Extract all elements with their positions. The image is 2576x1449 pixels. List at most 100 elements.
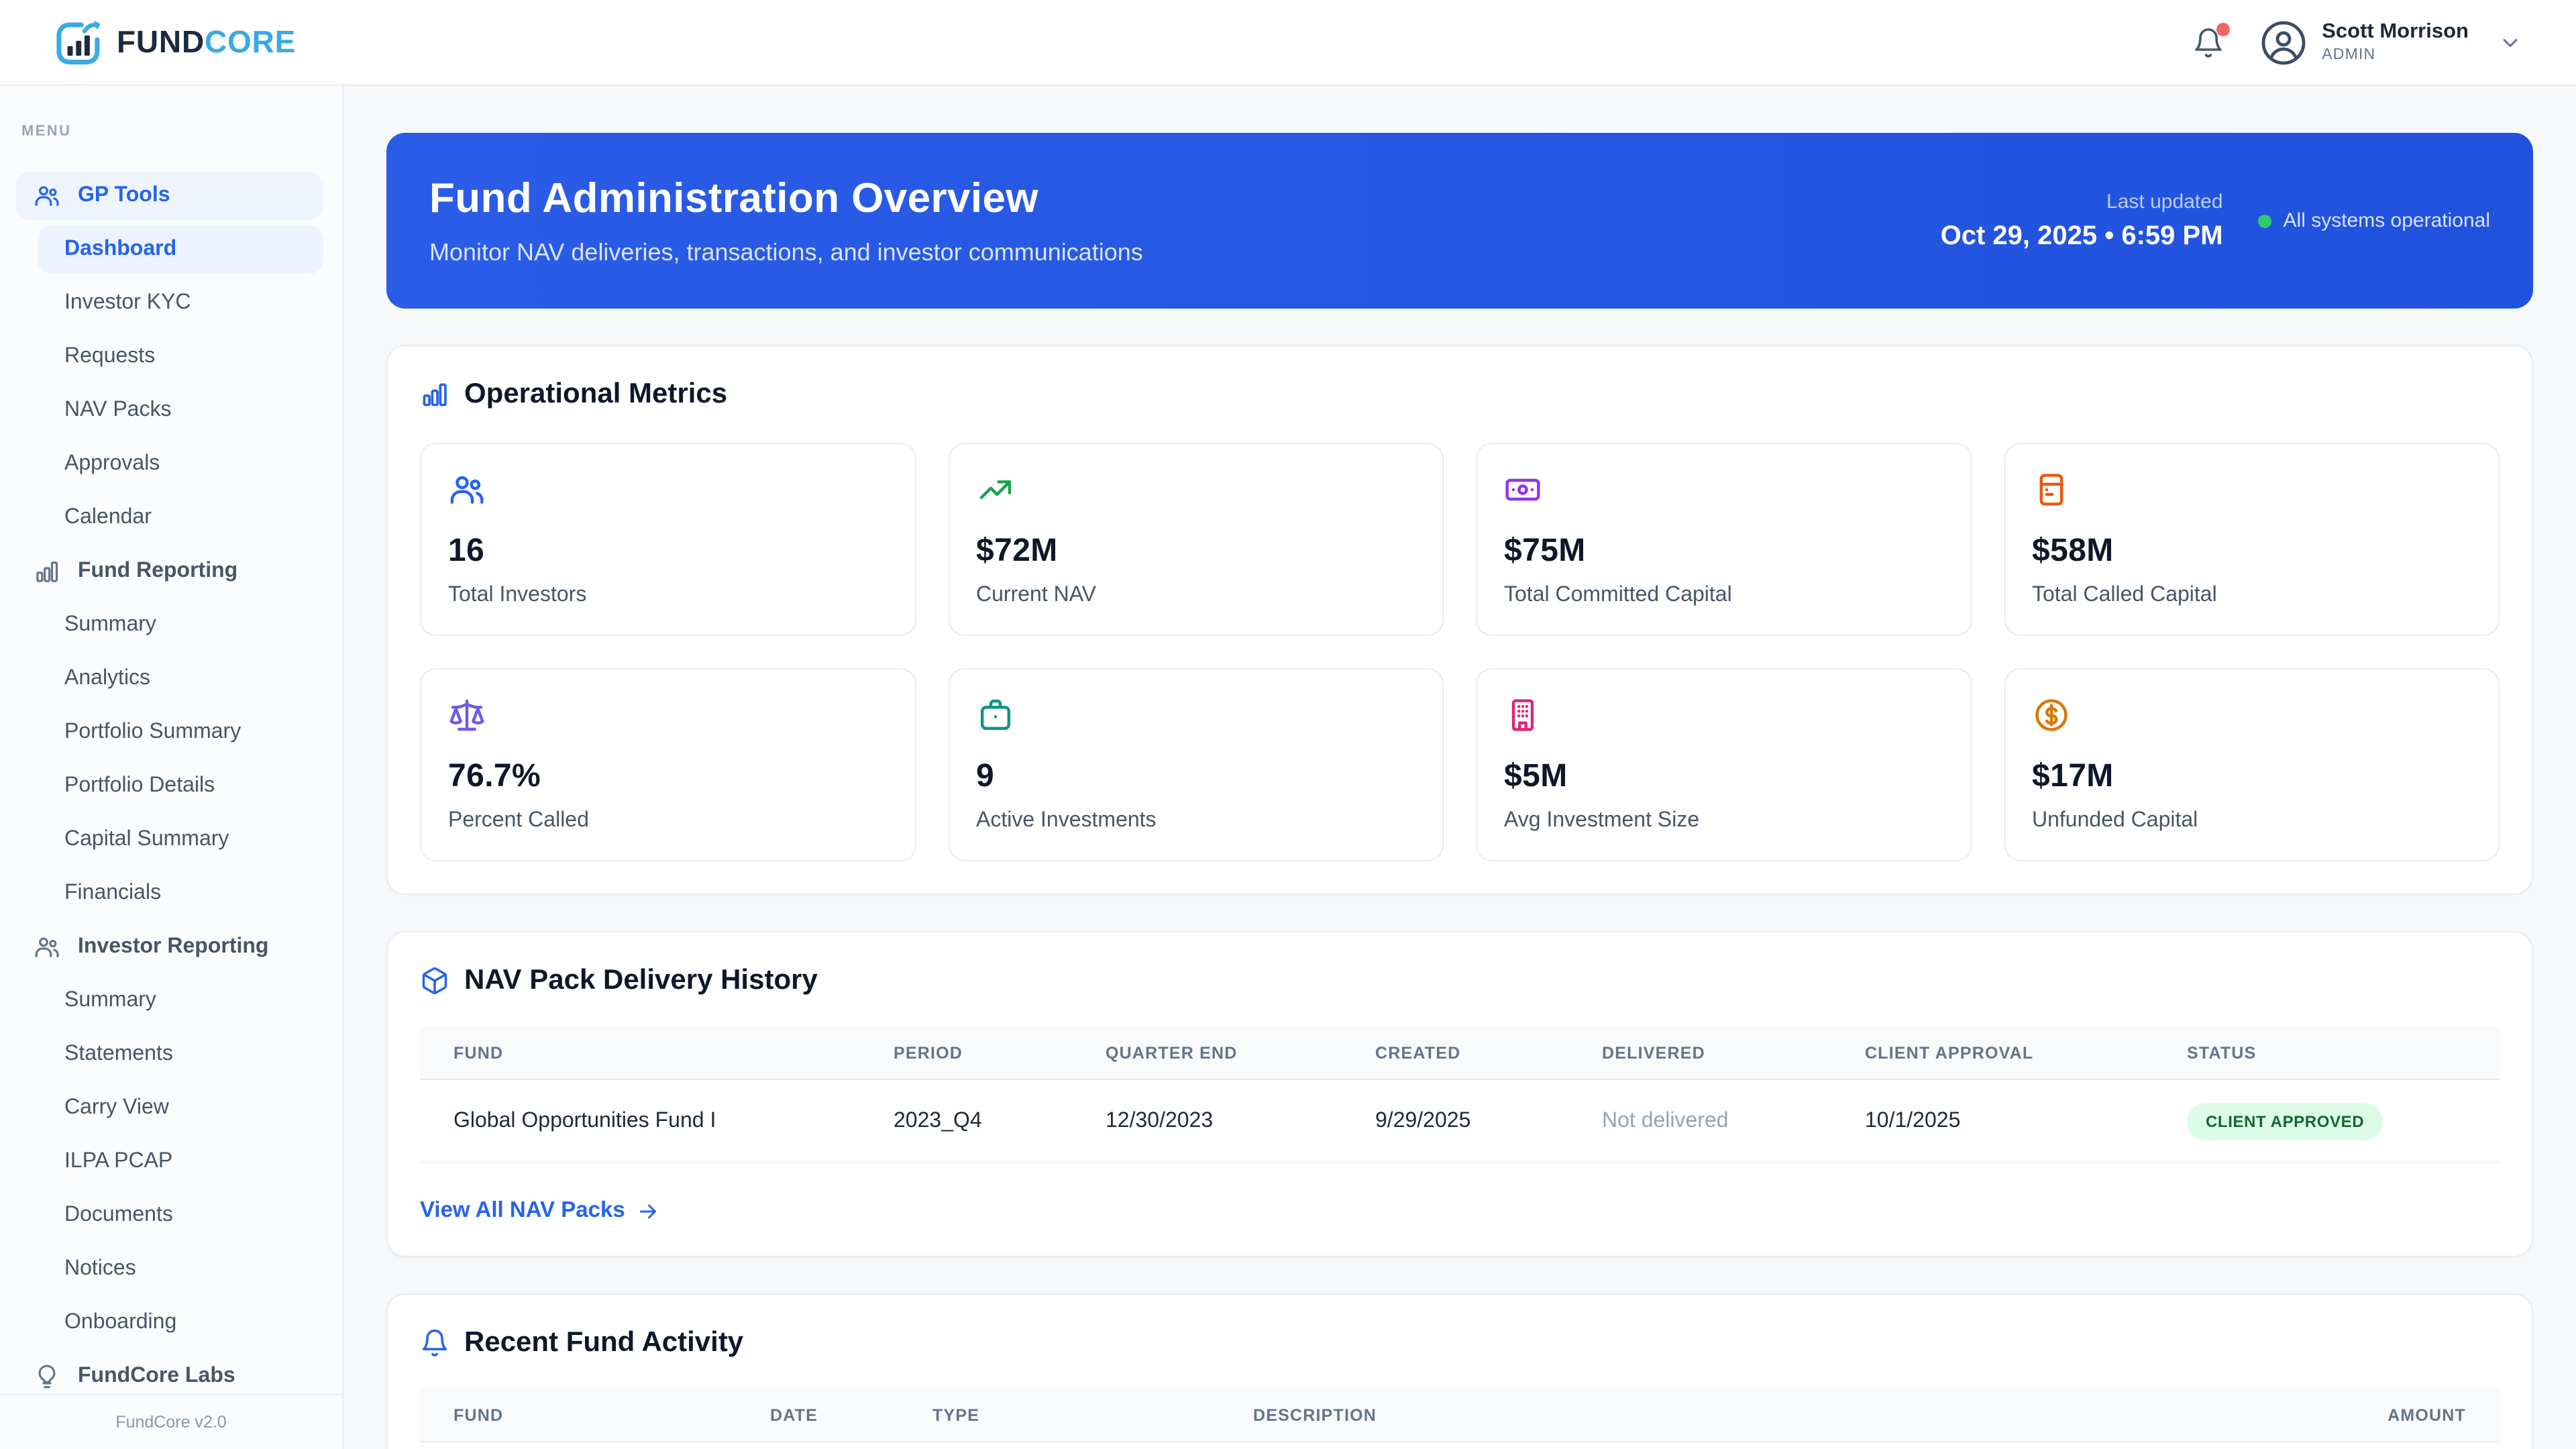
app: FUNDCORE Scott Morrison ADMIN MENU GP To…	[0, 0, 2576, 1449]
last-updated-value: Oct 29, 2025 • 6:59 PM	[1940, 221, 2223, 250]
column-header: CREATED	[1375, 1043, 1461, 1062]
metric-label: Percent Called	[448, 809, 589, 832]
metric-label: Total Called Capital	[2032, 584, 2217, 606]
sidebar-section-label: Investor Reporting	[78, 935, 269, 958]
view-all-nav-packs-link[interactable]: View All NAV Packs	[420, 1198, 660, 1224]
column-header: QUARTER END	[1106, 1043, 1238, 1062]
topbar-right: Scott Morrison ADMIN	[2192, 18, 2522, 66]
metric-card-current-nav: $72M Current NAV	[948, 443, 1444, 636]
sidebar-item-nav-packs[interactable]: NAV Packs	[0, 384, 342, 437]
users-icon	[34, 934, 60, 961]
metric-label: Unfunded Capital	[2032, 809, 2198, 832]
column-header: AMOUNT	[2387, 1405, 2466, 1424]
column-header: DESCRIPTION	[1253, 1405, 1377, 1424]
section-title-nav-packs: NAV Pack Delivery History	[464, 965, 818, 996]
metric-label: Avg Investment Size	[1504, 809, 1700, 832]
cell-fund: Global Opportunities Fund I	[453, 1109, 716, 1132]
chevron-down-icon[interactable]	[2498, 30, 2522, 54]
metric-label: Current NAV	[976, 584, 1097, 606]
sidebar-item-summary[interactable]: Summary	[0, 598, 342, 652]
trending-up-icon	[976, 471, 1014, 508]
user-avatar[interactable]	[2259, 18, 2307, 66]
sidebar-item-notices[interactable]: Notices	[0, 1242, 342, 1296]
sidebar-section-gp-tools[interactable]: GP Tools	[16, 172, 323, 220]
status-badge: CLIENT APPROVED	[2187, 1102, 2383, 1140]
sidebar-item-requests[interactable]: Requests	[0, 330, 342, 384]
sidebar-item-documents[interactable]: Documents	[0, 1189, 342, 1242]
sidebar-item-capital-summary[interactable]: Capital Summary	[0, 813, 342, 867]
nav-pack-history-card: NAV Pack Delivery History FUND PERIOD QUAR…	[386, 931, 2533, 1257]
page-subtitle: Monitor NAV deliveries, transactions, an…	[429, 239, 1143, 266]
briefcase-icon	[976, 696, 1014, 734]
sidebar-nav: MENU GP Tools Dashboard Investor KYC Reques…	[0, 86, 342, 1394]
building-icon	[1504, 696, 1542, 734]
arrow-right-icon	[636, 1199, 660, 1223]
brand-name: FUNDCORE	[117, 24, 297, 59]
credit-card-icon	[2032, 471, 2070, 508]
user-role: ADMIN	[2322, 46, 2376, 63]
metric-value: 76.7%	[448, 758, 541, 794]
user-info[interactable]: Scott Morrison ADMIN	[2322, 20, 2469, 64]
sidebar-item-summary[interactable]: Summary	[0, 974, 342, 1028]
brand-logo[interactable]: FUNDCORE	[54, 17, 296, 68]
sidebar-item-carry-view[interactable]: Carry View	[0, 1081, 342, 1135]
sidebar-item-analytics[interactable]: Analytics	[0, 652, 342, 706]
overview-banner: Fund Administration Overview Monitor NAV…	[386, 133, 2533, 309]
operational-metrics-card: Operational Metrics 16 Total Investors $72…	[386, 345, 2533, 895]
sidebar-item-portfolio-details[interactable]: Portfolio Details	[0, 759, 342, 813]
metric-value: $72M	[976, 533, 1058, 569]
sidebar-item-approvals[interactable]: Approvals	[0, 437, 342, 491]
menu-label: MENU	[21, 123, 72, 140]
metric-label: Total Investors	[448, 584, 587, 606]
bell-icon	[420, 1328, 449, 1358]
nav-pack-table: FUND PERIOD QUARTER END CREATED DELIVERED CLI…	[420, 1026, 2500, 1163]
banknote-icon	[1504, 471, 1542, 508]
system-status: All systems operational	[2257, 209, 2490, 232]
sidebar-section-label: FundCore Labs	[78, 1364, 235, 1387]
section-title-activity: Recent Fund Activity	[464, 1327, 744, 1358]
sidebar-item-financials[interactable]: Financials	[0, 867, 342, 920]
metric-value: $5M	[1504, 758, 1568, 794]
sidebar-section-investor-reporting[interactable]: Investor Reporting	[0, 920, 342, 974]
column-header: TYPE	[932, 1405, 980, 1424]
last-updated: Last updated Oct 29, 2025 • 6:59 PM	[1940, 190, 2223, 250]
user-name: Scott Morrison	[2322, 19, 2469, 43]
metric-label: Active Investments	[976, 809, 1157, 832]
table-row[interactable]: Global Opportunities Fund I 2023_Q4 12/30/…	[420, 1080, 2500, 1163]
sidebar-item-calendar[interactable]: Calendar	[0, 491, 342, 545]
bar-chart-icon	[420, 380, 449, 409]
metric-value: 16	[448, 533, 485, 569]
notifications-bell-icon[interactable]	[2192, 22, 2230, 58]
lightbulb-icon	[34, 1363, 60, 1390]
column-header: STATUS	[2187, 1043, 2257, 1062]
sidebar-item-dashboard[interactable]: Dashboard	[38, 225, 323, 274]
metric-card-avg-investment-size: $5M Avg Investment Size	[1476, 668, 1972, 861]
users-icon	[34, 182, 60, 209]
sidebar-footer-version: FundCore v2.0	[0, 1394, 342, 1449]
metric-card-total-committed-capital: $75M Total Committed Capital	[1476, 443, 1972, 636]
sidebar-section-fund-reporting[interactable]: Fund Reporting	[0, 545, 342, 598]
sidebar-item-portfolio-summary[interactable]: Portfolio Summary	[0, 706, 342, 759]
cell-delivered: Not delivered	[1602, 1109, 1729, 1132]
sidebar-item-ilpa-pcap[interactable]: ILPA PCAP	[0, 1135, 342, 1189]
metric-card-unfunded-capital: $17M Unfunded Capital	[2004, 668, 2500, 861]
metric-value: $17M	[2032, 758, 2114, 794]
status-dot	[2257, 214, 2271, 227]
cell-period: 2023_Q4	[894, 1109, 982, 1132]
activity-table: FUND DATE TYPE DESCRIPTION AMOUNT	[420, 1389, 2500, 1442]
sidebar-item-onboarding[interactable]: Onboarding	[0, 1296, 342, 1350]
metric-card-percent-called: 76.7% Percent Called	[420, 668, 916, 861]
sidebar: MENU GP Tools Dashboard Investor KYC Reques…	[0, 86, 343, 1449]
sidebar-item-investor-kyc[interactable]: Investor KYC	[0, 276, 342, 330]
column-header: FUND	[453, 1043, 504, 1062]
sidebar-section-fundcore-labs[interactable]: FundCore Labs	[0, 1350, 342, 1394]
column-header: DATE	[770, 1405, 818, 1424]
scale-icon	[448, 696, 486, 734]
notification-dot	[2216, 22, 2230, 36]
column-header: CLIENT APPROVAL	[1865, 1043, 2034, 1062]
package-icon	[420, 966, 449, 996]
topbar: FUNDCORE Scott Morrison ADMIN	[0, 0, 2576, 86]
metric-value: $75M	[1504, 533, 1586, 569]
sidebar-item-statements[interactable]: Statements	[0, 1028, 342, 1081]
cell-client-approval: 10/1/2025	[1865, 1109, 1961, 1132]
